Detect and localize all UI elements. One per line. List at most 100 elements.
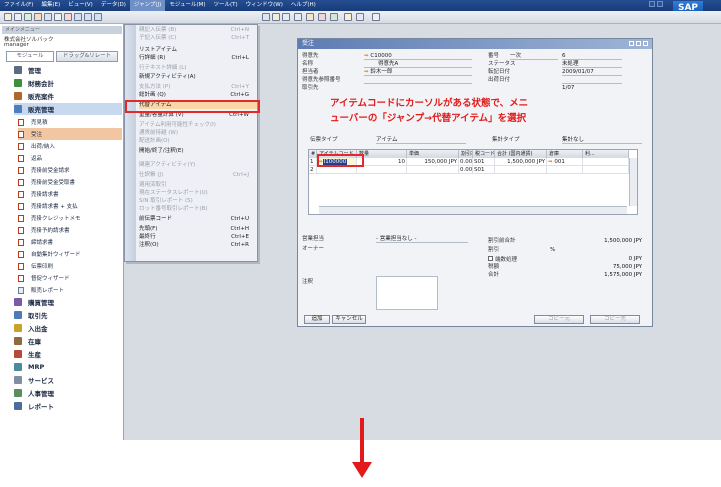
series-select[interactable]: 一次 <box>510 53 558 60</box>
excel-icon[interactable] <box>34 13 42 21</box>
filter-icon[interactable] <box>262 13 270 21</box>
edit-icon[interactable] <box>306 13 314 21</box>
sidebar-item-business-partners[interactable]: 取引先 <box>14 309 122 321</box>
sidebar-sub-delivery[interactable]: 出荷/納入 <box>18 140 122 152</box>
add-icon[interactable] <box>54 13 62 21</box>
warehouse-cell[interactable]: ➡ 001 <box>547 158 583 166</box>
sidebar-sub-quotation[interactable]: 売見積 <box>18 116 122 128</box>
add-button[interactable]: 追加 <box>304 315 330 324</box>
column-header[interactable]: 利... <box>583 150 629 158</box>
warehouse-cell[interactable] <box>547 166 583 174</box>
sidebar-item-purchasing[interactable]: 購買管理 <box>14 296 122 308</box>
sidebar-item-opportunities[interactable]: 販売案件 <box>14 90 122 102</box>
sidebar-sub-ar-invoice-payment[interactable]: 売掛請求書 + 支払 <box>18 200 122 212</box>
menu-view[interactable]: ビュー(V) <box>64 0 97 11</box>
email-icon[interactable] <box>24 13 32 21</box>
column-header[interactable]: 税コード <box>473 150 495 158</box>
menu-jump[interactable]: ジャンプ(J) <box>129 0 166 11</box>
menu-file[interactable]: ファイル(F) <box>0 0 37 11</box>
copy-from-button[interactable]: コピー元 <box>534 315 584 324</box>
item-code-cell[interactable] <box>317 166 357 174</box>
sidebar-sub-ar-invoice[interactable]: 売掛請求書 <box>18 188 122 200</box>
menu-item[interactable]: 先頭(F) Ctrl+H <box>139 225 257 233</box>
sidebar-item-production[interactable]: 生産 <box>14 348 122 360</box>
sidebar-item-admin[interactable]: 管理 <box>14 64 122 76</box>
cancel-button[interactable]: キャンセル <box>332 315 366 324</box>
name-field[interactable]: 得意先A <box>364 61 472 68</box>
discount-cell[interactable]: 0.00 <box>459 158 473 166</box>
menu-item[interactable]: リストアイテム <box>139 46 257 54</box>
sidebar-sub-return[interactable]: 返品 <box>18 152 122 164</box>
delivery-date-field[interactable] <box>562 77 622 84</box>
sidebar-sub-down-payment-request[interactable]: 売掛前受金請求 <box>18 164 122 176</box>
sidebar-sub-down-payment-invoice[interactable]: 売掛前受金受取書 <box>18 176 122 188</box>
sidebar-sub-sales-reports[interactable]: 販売レポート <box>18 284 122 296</box>
minimize-icon[interactable] <box>649 1 655 7</box>
maximize-icon[interactable] <box>657 1 663 7</box>
menu-tools[interactable]: ツール(T) <box>209 0 241 11</box>
column-header[interactable]: 割引率 <box>459 150 473 158</box>
document-number[interactable]: 6 <box>562 53 622 60</box>
total-cell[interactable] <box>495 166 547 174</box>
sidebar-item-reports[interactable]: レポート <box>14 400 122 412</box>
menu-window[interactable]: ウィンドウ(W) <box>242 0 287 11</box>
sidebar-item-inventory[interactable]: 在庫 <box>14 335 122 347</box>
tax-code-cell[interactable]: S01 <box>473 158 495 166</box>
sidebar-sub-reserve-invoice[interactable]: 売掛予約請求書 <box>18 224 122 236</box>
column-header[interactable]: 単価 <box>407 150 459 158</box>
settings-icon[interactable] <box>294 13 302 21</box>
sort-icon[interactable] <box>272 13 280 21</box>
contact-field[interactable]: ➡ 鈴木一郎 <box>364 69 472 76</box>
gross-profit-icon[interactable] <box>330 13 338 21</box>
menu-item[interactable]: 注釈(O) Ctrl+R <box>139 241 257 249</box>
first-record-icon[interactable] <box>64 13 72 21</box>
tab-drag-relate[interactable]: ドラッグ&リレート <box>56 51 118 62</box>
minimize-icon[interactable] <box>629 41 634 46</box>
menu-item[interactable]: 最終行 Ctrl+E <box>139 233 257 241</box>
price-cell[interactable]: 150,000 JPY <box>407 158 459 166</box>
tab-modules[interactable]: モジュール <box>6 51 54 62</box>
menu-help[interactable]: ヘルプ(H) <box>287 0 320 11</box>
messages-icon[interactable] <box>356 13 364 21</box>
discount-cell[interactable]: 0.00 <box>459 166 473 174</box>
total-cell[interactable]: 1,500,000 JPY <box>495 158 547 166</box>
transaction-icon[interactable] <box>318 13 326 21</box>
sidebar-item-mrp[interactable]: MRP <box>14 361 122 373</box>
sidebar-sub-sales-order[interactable]: 受注 <box>18 128 122 140</box>
horizontal-scrollbar[interactable] <box>319 206 627 214</box>
print-icon[interactable] <box>4 13 12 21</box>
menu-item[interactable]: 総計画 (Q) Ctrl+G <box>139 91 257 99</box>
sidebar-item-human-resources[interactable]: 人事管理 <box>14 387 122 399</box>
menu-modules[interactable]: モジュール(M) <box>165 0 209 11</box>
preview-icon[interactable] <box>14 13 22 21</box>
sidebar-sub-summary-wizard[interactable]: 自動集計ウィザード <box>18 248 122 260</box>
link-arrow-icon[interactable]: ➡ <box>364 53 369 59</box>
column-header[interactable]: 倉庫 <box>547 150 583 158</box>
calendar-icon[interactable] <box>282 13 290 21</box>
customer-field[interactable]: ➡ C10000 <box>364 53 472 60</box>
posting-date-field[interactable]: 2009/01/07 <box>562 69 622 76</box>
close-icon[interactable] <box>643 41 648 46</box>
link-arrow-icon[interactable]: ➡ <box>364 69 369 75</box>
discount-percent[interactable]: % <box>550 247 555 254</box>
remarks-field[interactable] <box>376 276 438 310</box>
next-record-icon[interactable] <box>84 13 92 21</box>
vertical-scrollbar[interactable] <box>629 158 637 206</box>
alert-icon[interactable] <box>344 13 352 21</box>
find-icon[interactable] <box>44 13 52 21</box>
sidebar-sub-credit-memo[interactable]: 売掛クレジットメモ <box>18 212 122 224</box>
sidebar-sub-closing-invoice[interactable]: 締請求書 <box>18 236 122 248</box>
rounding-checkbox[interactable] <box>488 256 493 261</box>
menu-data[interactable]: データ(D) <box>97 0 130 11</box>
copy-to-button[interactable]: コピー先 <box>590 315 640 324</box>
help-icon[interactable] <box>372 13 380 21</box>
tax-code-cell[interactable]: S01 <box>473 166 495 174</box>
table-cell[interactable] <box>583 158 629 166</box>
menu-item[interactable]: 新規アクティビティ(A) <box>139 73 257 81</box>
menu-item[interactable]: 開始/終了/注釈(E) <box>139 147 257 155</box>
sidebar-item-financials[interactable]: 財務会計 <box>14 77 122 89</box>
summary-type-select[interactable]: 集計なし <box>562 137 642 144</box>
quantity-cell[interactable] <box>357 166 407 174</box>
last-record-icon[interactable] <box>94 13 102 21</box>
quantity-cell[interactable]: 10 <box>357 158 407 166</box>
